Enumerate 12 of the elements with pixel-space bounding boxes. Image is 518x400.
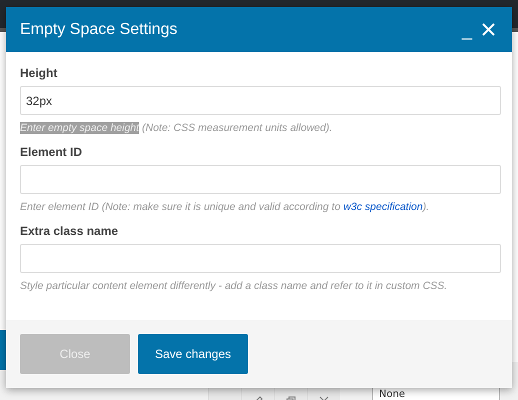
hint-text: Style particular content element differently - add a class name and refer to it in custom CSS. <box>20 280 448 292</box>
hint-text: Enter element ID (Note: make sure it is unique and valid according to w3c specification). <box>20 201 430 213</box>
input-field[interactable]: 32px <box>20 86 501 115</box>
save-button[interactable]: Save changes <box>138 334 248 374</box>
field-label: Extra class name <box>20 224 120 238</box>
specification-link[interactable]: w3c specification <box>343 201 423 213</box>
field-label: Element ID <box>20 145 84 159</box>
input-field[interactable] <box>20 165 501 194</box>
dialog-title: Empty Space Settings <box>20 20 178 38</box>
input-field[interactable] <box>20 244 501 273</box>
field-label: Height <box>20 66 58 80</box>
minimize-button[interactable]: _ <box>458 20 475 38</box>
